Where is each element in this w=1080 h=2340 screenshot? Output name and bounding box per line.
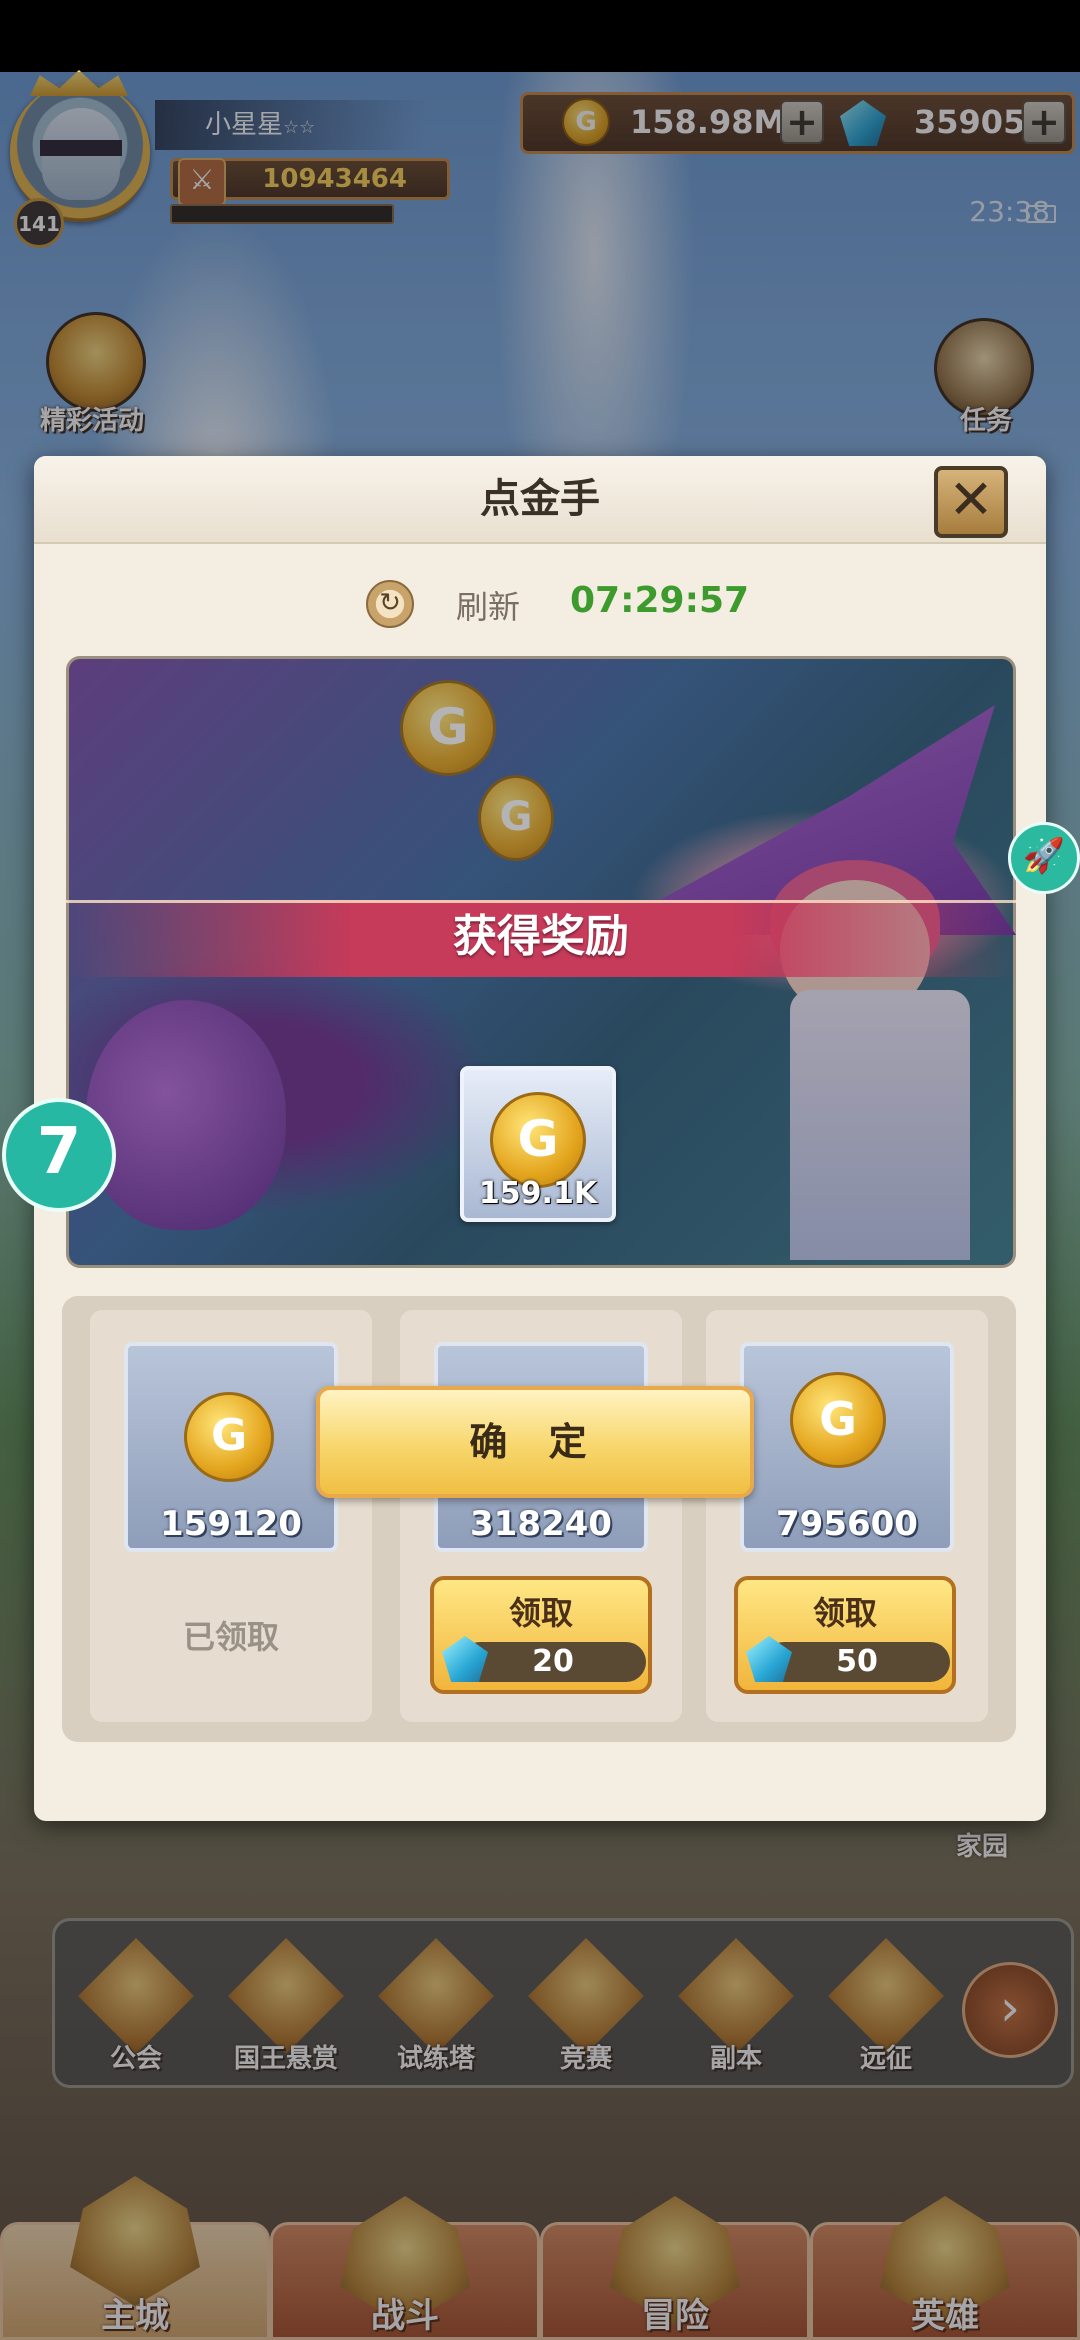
dialog-title: 点金手 (480, 476, 600, 522)
refresh-label: 刷新 (456, 588, 521, 626)
rocket-icon[interactable]: 🚀 (1008, 822, 1080, 894)
close-button[interactable]: ✕ (934, 466, 1008, 538)
gold-coin-pile-icon: G (790, 1372, 886, 1468)
reward-title: 获得奖励 (453, 911, 629, 962)
status-bar (0, 0, 1080, 72)
option-3-claim-label: 领取 (812, 1594, 877, 1632)
option-2-cost: 20 (460, 1642, 646, 1682)
option-3-cost: 50 (764, 1642, 950, 1682)
option-2-claim-label: 领取 (508, 1594, 573, 1632)
gold-coin-icon: G (490, 1092, 586, 1188)
gold-coin-stack-icon: G (184, 1392, 274, 1482)
option-1-amount: 159120 (160, 1504, 302, 1544)
option-1-claimed: 已领取 (182, 1618, 279, 1656)
floating-seven-button[interactable]: 7 (2, 1098, 116, 1212)
refresh-icon: ↻ (366, 580, 414, 628)
option-3-amount: 795600 (776, 1504, 918, 1544)
option-2-amount: 318240 (470, 1504, 612, 1544)
confirm-button[interactable]: 确 定 (316, 1386, 754, 1498)
refresh-countdown: 07:29:57 (570, 580, 750, 621)
reward-quantity: 159.1K (478, 1176, 598, 1211)
